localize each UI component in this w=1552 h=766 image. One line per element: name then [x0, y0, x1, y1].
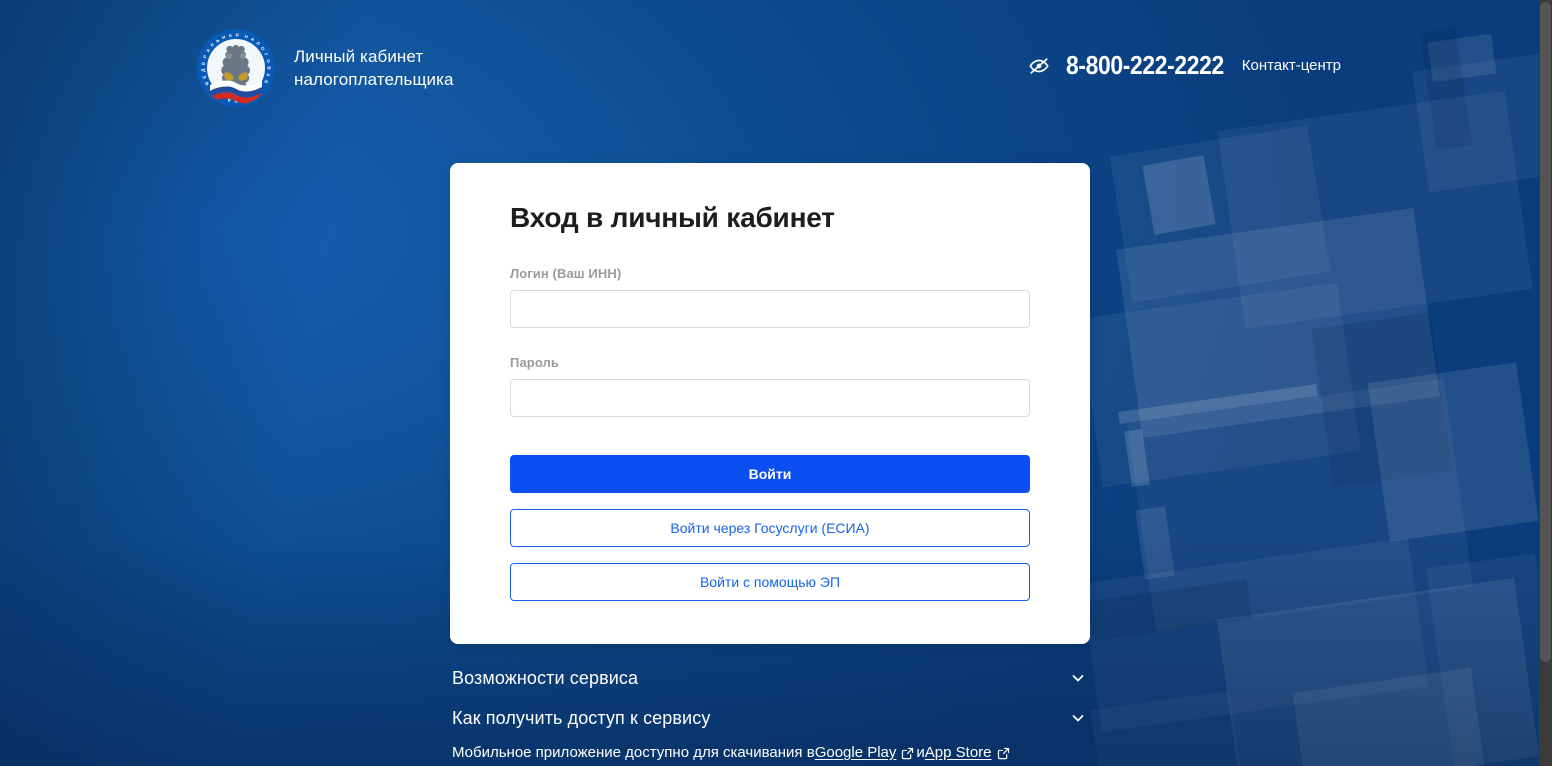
accordion-item-label: Как получить доступ к сервису [452, 707, 711, 728]
federal-tax-service-emblem-icon: Ф Е Д Е Р А Л Ь Н А Я Н А Л О Г О В А Я … [196, 28, 276, 108]
accordion-item-service-features[interactable]: Возможности сервиса [452, 658, 1090, 698]
contact-phone[interactable]: 8-800-222-2222 [1066, 50, 1224, 81]
external-link-icon [901, 747, 914, 759]
brand-title: Личный кабинет налогоплательщика [294, 47, 454, 89]
mobile-app-note-conjunction: и [916, 744, 925, 761]
scrollbar-thumb[interactable] [1540, 2, 1551, 662]
login-input[interactable] [510, 290, 1030, 328]
chevron-down-icon[interactable] [1070, 710, 1086, 726]
login-page: Ф Е Д Е Р А Л Ь Н А Я Н А Л О Г О В А Я … [0, 0, 1552, 766]
page-scrollbar[interactable] [1539, 0, 1552, 766]
mobile-app-note-prefix: Мобильное приложение доступно для скачив… [452, 744, 815, 761]
password-input[interactable] [510, 379, 1030, 417]
mobile-app-note: Мобильное приложение доступно для скачив… [452, 744, 1012, 761]
header-contact-block: 8-800-222-2222 Контакт-центр [1026, 50, 1341, 81]
contact-center-label: Контакт-центр [1241, 57, 1341, 74]
info-accordion: Возможности сервиса Как получить доступ … [452, 658, 1090, 738]
login-field-label: Логин (Ваш ИНН) [510, 266, 622, 281]
accordion-item-label: Возможности сервиса [452, 667, 639, 688]
brand-logo-link[interactable]: Ф Е Д Е Р А Л Ь Н А Я Н А Л О Г О В А Я … [196, 28, 454, 108]
google-play-link[interactable]: Google Play [815, 744, 897, 761]
login-esia-button[interactable]: Войти через Госуслуги (ЕСИА) [510, 509, 1030, 547]
svg-text:В: В [267, 66, 272, 69]
password-field-label: Пароль [510, 355, 559, 370]
app-store-link[interactable]: App Store [925, 744, 992, 761]
login-digital-signature-button[interactable]: Войти с помощью ЭП [510, 563, 1030, 601]
login-button[interactable]: Войти [510, 455, 1030, 493]
login-card: Вход в личный кабинет Логин (Ваш ИНН) Па… [450, 163, 1090, 644]
site-header: Ф Е Д Е Р А Л Ь Н А Я Н А Л О Г О В А Я … [0, 0, 1539, 135]
svg-text:Я: Я [235, 32, 238, 37]
page-title: Вход в личный кабинет [510, 202, 835, 233]
login-form: Логин (Ваш ИНН) Пароль Войти Войти через… [510, 266, 1030, 601]
accordion-item-how-to-get-access[interactable]: Как получить доступ к сервису [452, 698, 1090, 738]
eye-slash-icon[interactable] [1026, 53, 1052, 79]
external-link-icon [997, 747, 1009, 759]
chevron-down-icon[interactable] [1070, 670, 1086, 686]
